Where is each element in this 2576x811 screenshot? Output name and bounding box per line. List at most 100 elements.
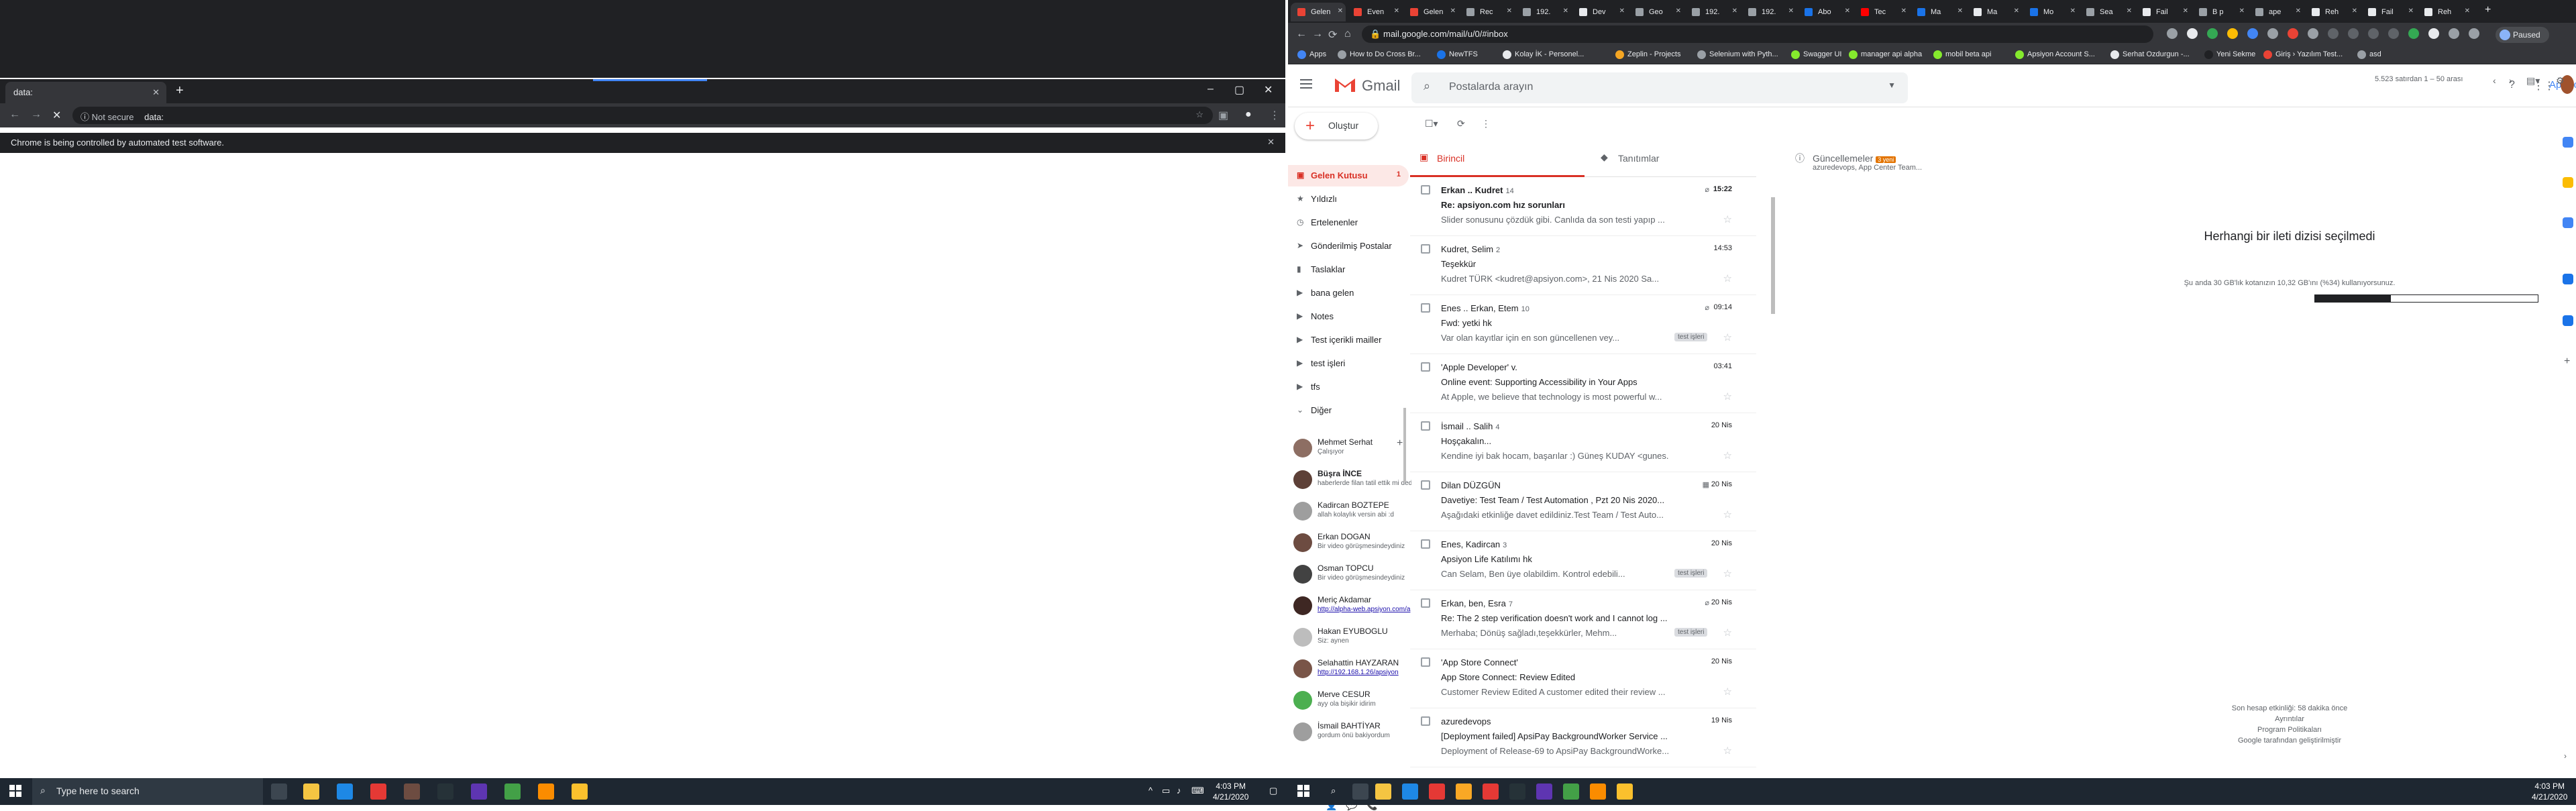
bookmark-item[interactable]: Swagger UI xyxy=(1791,50,1841,59)
browser-tab[interactable]: Fail ✕ xyxy=(2361,3,2416,21)
extension-icon[interactable] xyxy=(2288,28,2298,39)
home-icon[interactable]: ⌂ xyxy=(1344,28,1351,40)
tray-overflow-icon[interactable]: ^ xyxy=(1148,786,1152,796)
extension-icon[interactable] xyxy=(2368,28,2379,39)
tab-data[interactable]: data: ✕ xyxy=(5,82,166,103)
close-tab-icon[interactable]: ✕ xyxy=(2465,7,2470,15)
search-icon[interactable]: ⌕ xyxy=(1424,79,1430,93)
bookmark-item[interactable]: mobil beta api xyxy=(1933,50,1992,59)
back-icon[interactable]: ← xyxy=(9,109,20,121)
split-pane-icon[interactable]: ▤▾ xyxy=(2526,75,2540,87)
forward-icon[interactable]: → xyxy=(1312,28,1323,40)
file-explorer-icon[interactable] xyxy=(303,783,319,800)
app-icon[interactable] xyxy=(1456,783,1472,800)
bookmark-item[interactable]: Giriş › Yazılım Test... xyxy=(2263,50,2343,59)
extension-icon[interactable] xyxy=(2308,28,2318,39)
nav-item[interactable]: ➤ Gönderilmiş Postalar xyxy=(1288,235,1409,257)
extension-icon[interactable] xyxy=(2207,28,2218,39)
app-icon[interactable] xyxy=(404,783,420,800)
select-all-checkbox[interactable]: ☐▾ xyxy=(1425,118,1438,129)
close-tab-icon[interactable]: ✕ xyxy=(1563,7,1568,15)
row-checkbox[interactable] xyxy=(1421,244,1430,254)
bookmark-item[interactable]: Kolay İK - Personel... xyxy=(1503,50,1584,59)
keyboard-icon[interactable]: ⌨ xyxy=(1191,786,1204,796)
chrome-icon[interactable] xyxy=(1563,783,1579,800)
message-row[interactable]: Enes .. Erkan, Etem 10 ⌀ 09:14 Fwd: yetki hk… xyxy=(1410,295,1756,354)
close-tab-icon[interactable]: ✕ xyxy=(2239,7,2245,15)
close-tab-icon[interactable]: ✕ xyxy=(2183,7,2188,15)
stop-icon[interactable]: ✕ xyxy=(52,109,61,122)
browser-tab[interactable]: B p ✕ xyxy=(2192,3,2247,21)
taskbar-search-input[interactable]: ⌕ Type here to search xyxy=(32,778,263,805)
opera-icon[interactable] xyxy=(370,783,386,800)
browser-tab[interactable]: 192. ✕ xyxy=(1516,3,1571,21)
message-row[interactable]: azuredevops 19 Nis [Deployment failed] Aps… xyxy=(1410,708,1756,767)
zoom-icon[interactable] xyxy=(2563,274,2573,284)
hangout-contact[interactable]: Mehmet Serhat Çalışıyor + xyxy=(1293,436,1409,467)
star-icon[interactable]: ☆ xyxy=(1723,745,1732,757)
nav-item[interactable]: ▣ Gelen Kutusu 1 xyxy=(1288,165,1409,186)
browser-tab[interactable]: 192. ✕ xyxy=(1741,3,1796,21)
star-icon[interactable]: ☆ xyxy=(1723,567,1732,580)
bookmark-item[interactable]: How to Do Cross Br... xyxy=(1338,50,1421,59)
message-row[interactable]: 'App Store Connect' 20 Nis App Store Conne… xyxy=(1410,649,1756,708)
row-checkbox[interactable] xyxy=(1421,598,1430,608)
back-icon[interactable]: ← xyxy=(1296,28,1307,40)
task-view-icon[interactable] xyxy=(1352,783,1368,800)
close-tab-icon[interactable]: ✕ xyxy=(2296,7,2301,15)
profile-icon[interactable]: ● xyxy=(1245,109,1252,121)
browser-tab[interactable]: Abo ✕ xyxy=(1798,3,1853,21)
message-label[interactable]: test işleri xyxy=(1674,333,1708,341)
hangout-contact[interactable]: Merve CESUR ayy ola bişikir idirim xyxy=(1293,688,1409,719)
browser-tab[interactable]: 192. ✕ xyxy=(1685,3,1740,21)
bookmark-star-icon[interactable] xyxy=(2187,28,2198,39)
hangouts-scrollbar[interactable] xyxy=(1403,408,1406,482)
browser-tab[interactable]: ape ✕ xyxy=(2249,3,2304,21)
search-icon[interactable]: ⌕ xyxy=(1331,786,1336,796)
close-tab-icon[interactable]: ✕ xyxy=(1957,7,1963,15)
close-tab-icon[interactable]: ✕ xyxy=(2352,7,2357,15)
tab-birincil[interactable]: ▣ Birincil xyxy=(1410,140,1585,177)
star-icon[interactable]: ☆ xyxy=(1723,627,1732,639)
new-tab-icon[interactable]: + xyxy=(2485,4,2491,16)
settings-gear-icon[interactable]: ⚙ xyxy=(2556,75,2565,87)
add-contact-icon[interactable]: + xyxy=(1397,437,1403,449)
browser-tab[interactable]: Mo ✕ xyxy=(2023,3,2078,21)
close-infobar-icon[interactable]: ✕ xyxy=(1267,137,1275,148)
message-row[interactable]: İsmail .. Salih 4 20 Nis Hoşçakalın... Kendi… xyxy=(1410,413,1756,472)
browser-tab[interactable]: Sea ✕ xyxy=(2080,3,2135,21)
extension-icon[interactable]: ▣ xyxy=(1218,109,1228,122)
search-options-icon[interactable]: ▼ xyxy=(1888,80,1896,90)
bookmark-item[interactable]: NewTFS xyxy=(1437,50,1478,59)
nav-item[interactable]: ▶ bana gelen xyxy=(1288,282,1409,304)
forward-icon[interactable]: → xyxy=(31,109,42,121)
nav-item[interactable]: ◷ Ertelenenler xyxy=(1288,212,1409,233)
bookmark-item[interactable]: manager api alpha xyxy=(1849,50,1922,59)
message-row[interactable]: Erkan, ben, Esra 7 ⌀ 20 Nis Re: The 2 step v… xyxy=(1410,590,1756,649)
close-tab-icon[interactable]: ✕ xyxy=(1338,7,1343,15)
star-icon[interactable]: ☆ xyxy=(1723,686,1732,698)
close-window-icon[interactable]: ✕ xyxy=(1264,83,1273,97)
message-row[interactable]: Enes, Kadircan 3 20 Nis Apsiyon Life Katılı… xyxy=(1410,531,1756,590)
row-checkbox[interactable] xyxy=(1421,657,1430,667)
close-tab-icon[interactable]: ✕ xyxy=(2408,7,2414,15)
close-tab-icon[interactable]: ✕ xyxy=(1732,7,1737,15)
bookmark-item[interactable]: Zeplin - Projects xyxy=(1615,50,1680,59)
message-row[interactable]: 'Apple Developer' v. 03:41 Online event: S… xyxy=(1410,354,1756,413)
extension-icon[interactable] xyxy=(2449,28,2459,39)
row-checkbox[interactable] xyxy=(1421,539,1430,549)
edge-icon[interactable] xyxy=(337,783,353,800)
app-icon[interactable] xyxy=(1483,783,1499,800)
row-checkbox[interactable] xyxy=(1421,421,1430,431)
extension-icon[interactable] xyxy=(2227,28,2238,39)
chrome-icon[interactable] xyxy=(572,783,588,800)
bookmark-item[interactable]: Serhat Ozdurgun -... xyxy=(2110,50,2190,59)
new-tab-icon[interactable]: + xyxy=(176,83,184,99)
maximize-icon[interactable]: ▢ xyxy=(1234,83,1244,97)
bookmark-item[interactable]: Apps xyxy=(1297,50,1326,59)
nav-item[interactable]: ⌄ Diğer xyxy=(1288,400,1409,421)
close-tab-icon[interactable]: ✕ xyxy=(1507,7,1512,15)
bookmark-item[interactable]: asd xyxy=(2357,50,2381,59)
hangout-contact[interactable]: Hakan EYUBOGLU Siz: aynen xyxy=(1293,625,1409,656)
tab-tanıtımlar[interactable]: ◆ Tanıtımlar xyxy=(1591,140,1766,177)
